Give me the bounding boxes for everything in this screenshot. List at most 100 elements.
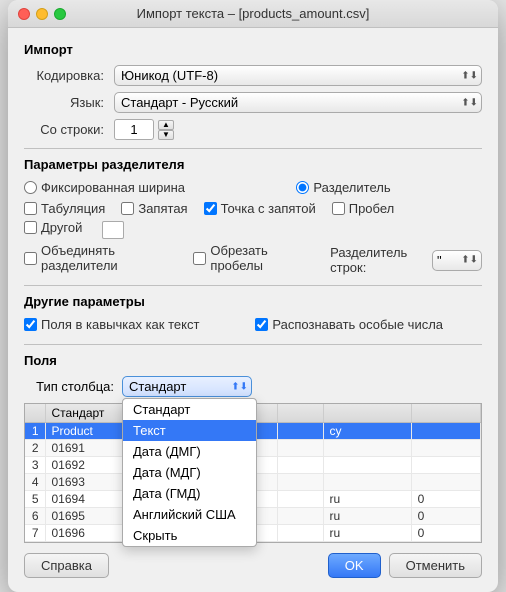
- comma-checkbox[interactable]: [121, 202, 134, 215]
- row-cell: [411, 474, 480, 491]
- row-cell: [323, 457, 411, 474]
- detect-checkbox[interactable]: [255, 318, 268, 331]
- help-button[interactable]: Справка: [24, 553, 109, 578]
- row-cell: [277, 542, 323, 544]
- space-checkbox[interactable]: [332, 202, 345, 215]
- delimiter-option[interactable]: Разделитель: [296, 180, 390, 195]
- col-header-4: [411, 404, 480, 423]
- spinner-up[interactable]: ▲: [158, 120, 174, 130]
- col-header-3: [323, 404, 411, 423]
- separator-options-row: Табуляция Запятая Точка с запятой Пробел…: [24, 201, 482, 239]
- detect-numbers-option[interactable]: Распознавать особые числа: [255, 317, 443, 332]
- import-section-title: Импорт: [24, 42, 482, 57]
- dropdown-item-standard[interactable]: Стандарт: [123, 399, 256, 420]
- other-params-title: Другие параметры: [24, 294, 482, 309]
- quotes-checkbox[interactable]: [24, 318, 37, 331]
- detect-label: Распознавать особые числа: [272, 317, 443, 332]
- row-num: 7: [25, 525, 45, 542]
- column-type-dropdown: Стандарт Текст Дата (ДМГ) Дата (МДГ) Дат…: [122, 398, 257, 547]
- quotes-as-text-option[interactable]: Поля в кавычках как текст: [24, 317, 199, 332]
- other-checkbox[interactable]: [24, 221, 37, 234]
- titlebar: Импорт текста – [products_amount.csv]: [8, 0, 498, 28]
- dropdown-item-date-gmd[interactable]: Дата (ГМД): [123, 483, 256, 504]
- tab-checkbox[interactable]: [24, 202, 37, 215]
- divider-1: [24, 148, 482, 149]
- row-cell: [277, 423, 323, 440]
- row-cell: [277, 457, 323, 474]
- fixed-width-label: Фиксированная ширина: [41, 180, 185, 195]
- dot-comma-checkbox[interactable]: [204, 202, 217, 215]
- row-cell: 0: [411, 508, 480, 525]
- space-option[interactable]: Пробел: [332, 201, 395, 216]
- merge-trim-row: Объединять разделители Обрезать пробелы …: [24, 243, 482, 277]
- maximize-button[interactable]: [54, 8, 66, 20]
- dropdown-item-english-usa[interactable]: Английский США: [123, 504, 256, 525]
- ok-cancel-group: OK Отменить: [328, 553, 482, 578]
- comma-option[interactable]: Запятая: [121, 201, 187, 216]
- row-separator-select[interactable]: ": [432, 250, 482, 271]
- row-cell: [411, 457, 480, 474]
- row-cell: ru: [323, 542, 411, 544]
- dropdown-item-date-mdg[interactable]: Дата (МДГ): [123, 462, 256, 483]
- row-cell: [411, 440, 480, 457]
- footer-buttons: Справка OK Отменить: [24, 553, 482, 578]
- col-header-2: [277, 404, 323, 423]
- language-label: Язык:: [24, 95, 114, 110]
- delimiter-radio[interactable]: [296, 181, 309, 194]
- row-num: 8: [25, 542, 45, 544]
- close-button[interactable]: [18, 8, 30, 20]
- other-label: Другой: [41, 220, 82, 235]
- dropdown-item-hide[interactable]: Скрыть: [123, 525, 256, 546]
- minimize-button[interactable]: [36, 8, 48, 20]
- col-type-select[interactable]: Стандарт: [122, 376, 252, 397]
- separator-section-title: Параметры разделителя: [24, 157, 482, 172]
- other-params-row: Поля в кавычках как текст Распознавать о…: [24, 317, 482, 336]
- row-cell: [277, 440, 323, 457]
- row-cell: cy: [323, 423, 411, 440]
- language-select[interactable]: Стандарт - Русский: [114, 92, 482, 113]
- traffic-lights: [18, 8, 66, 20]
- merge-option[interactable]: Объединять разделители: [24, 243, 161, 273]
- row-cell: [277, 474, 323, 491]
- language-select-wrapper: Стандарт - Русский ⬆⬇: [114, 92, 482, 113]
- other-separator-input[interactable]: [102, 221, 124, 239]
- encoding-row: Кодировка: Юникод (UTF-8) ⬆⬇: [24, 65, 482, 86]
- row-cell: ru: [323, 525, 411, 542]
- import-dialog: Импорт текста – [products_amount.csv] Им…: [8, 0, 498, 592]
- row-cell: ru: [323, 491, 411, 508]
- fixed-width-option[interactable]: Фиксированная ширина: [24, 180, 185, 195]
- row-num: 5: [25, 491, 45, 508]
- row-cell: [277, 491, 323, 508]
- from-row-label: Со строки:: [24, 122, 114, 137]
- encoding-select[interactable]: Юникод (UTF-8): [114, 65, 482, 86]
- trim-option[interactable]: Обрезать пробелы: [193, 243, 298, 273]
- window-title: Импорт текста – [products_amount.csv]: [137, 6, 370, 21]
- language-row: Язык: Стандарт - Русский ⬆⬇: [24, 92, 482, 113]
- row-separator-select-wrapper: " ⬆⬇: [432, 250, 482, 271]
- from-row-input[interactable]: 1: [114, 119, 154, 140]
- row-num: 2: [25, 440, 45, 457]
- encoding-select-wrapper: Юникод (UTF-8) ⬆⬇: [114, 65, 482, 86]
- row-cell: [323, 440, 411, 457]
- ok-button[interactable]: OK: [328, 553, 381, 578]
- from-row-row: Со строки: 1 ▲ ▼: [24, 119, 482, 140]
- col-type-select-wrapper: Стандарт ⬆⬇: [122, 376, 252, 397]
- dot-comma-option[interactable]: Точка с запятой: [204, 201, 316, 216]
- dialog-content: Импорт Кодировка: Юникод (UTF-8) ⬆⬇ Язык…: [8, 28, 498, 592]
- delimiter-label: Разделитель: [313, 180, 390, 195]
- space-label: Пробел: [349, 201, 395, 216]
- row-cell: 0: [411, 542, 480, 544]
- other-option[interactable]: Другой: [24, 220, 82, 235]
- trim-checkbox[interactable]: [193, 252, 206, 265]
- spinner-down[interactable]: ▼: [158, 130, 174, 140]
- dropdown-item-date-dmg[interactable]: Дата (ДМГ): [123, 441, 256, 462]
- row-num: 4: [25, 474, 45, 491]
- fixed-width-radio[interactable]: [24, 181, 37, 194]
- tab-option[interactable]: Табуляция: [24, 201, 105, 216]
- column-type-row: Тип столбца: Стандарт ⬆⬇ Стандарт Текст …: [24, 376, 482, 397]
- tab-label: Табуляция: [41, 201, 105, 216]
- row-num: 1: [25, 423, 45, 440]
- cancel-button[interactable]: Отменить: [389, 553, 482, 578]
- dropdown-item-text[interactable]: Текст: [123, 420, 256, 441]
- merge-checkbox[interactable]: [24, 252, 37, 265]
